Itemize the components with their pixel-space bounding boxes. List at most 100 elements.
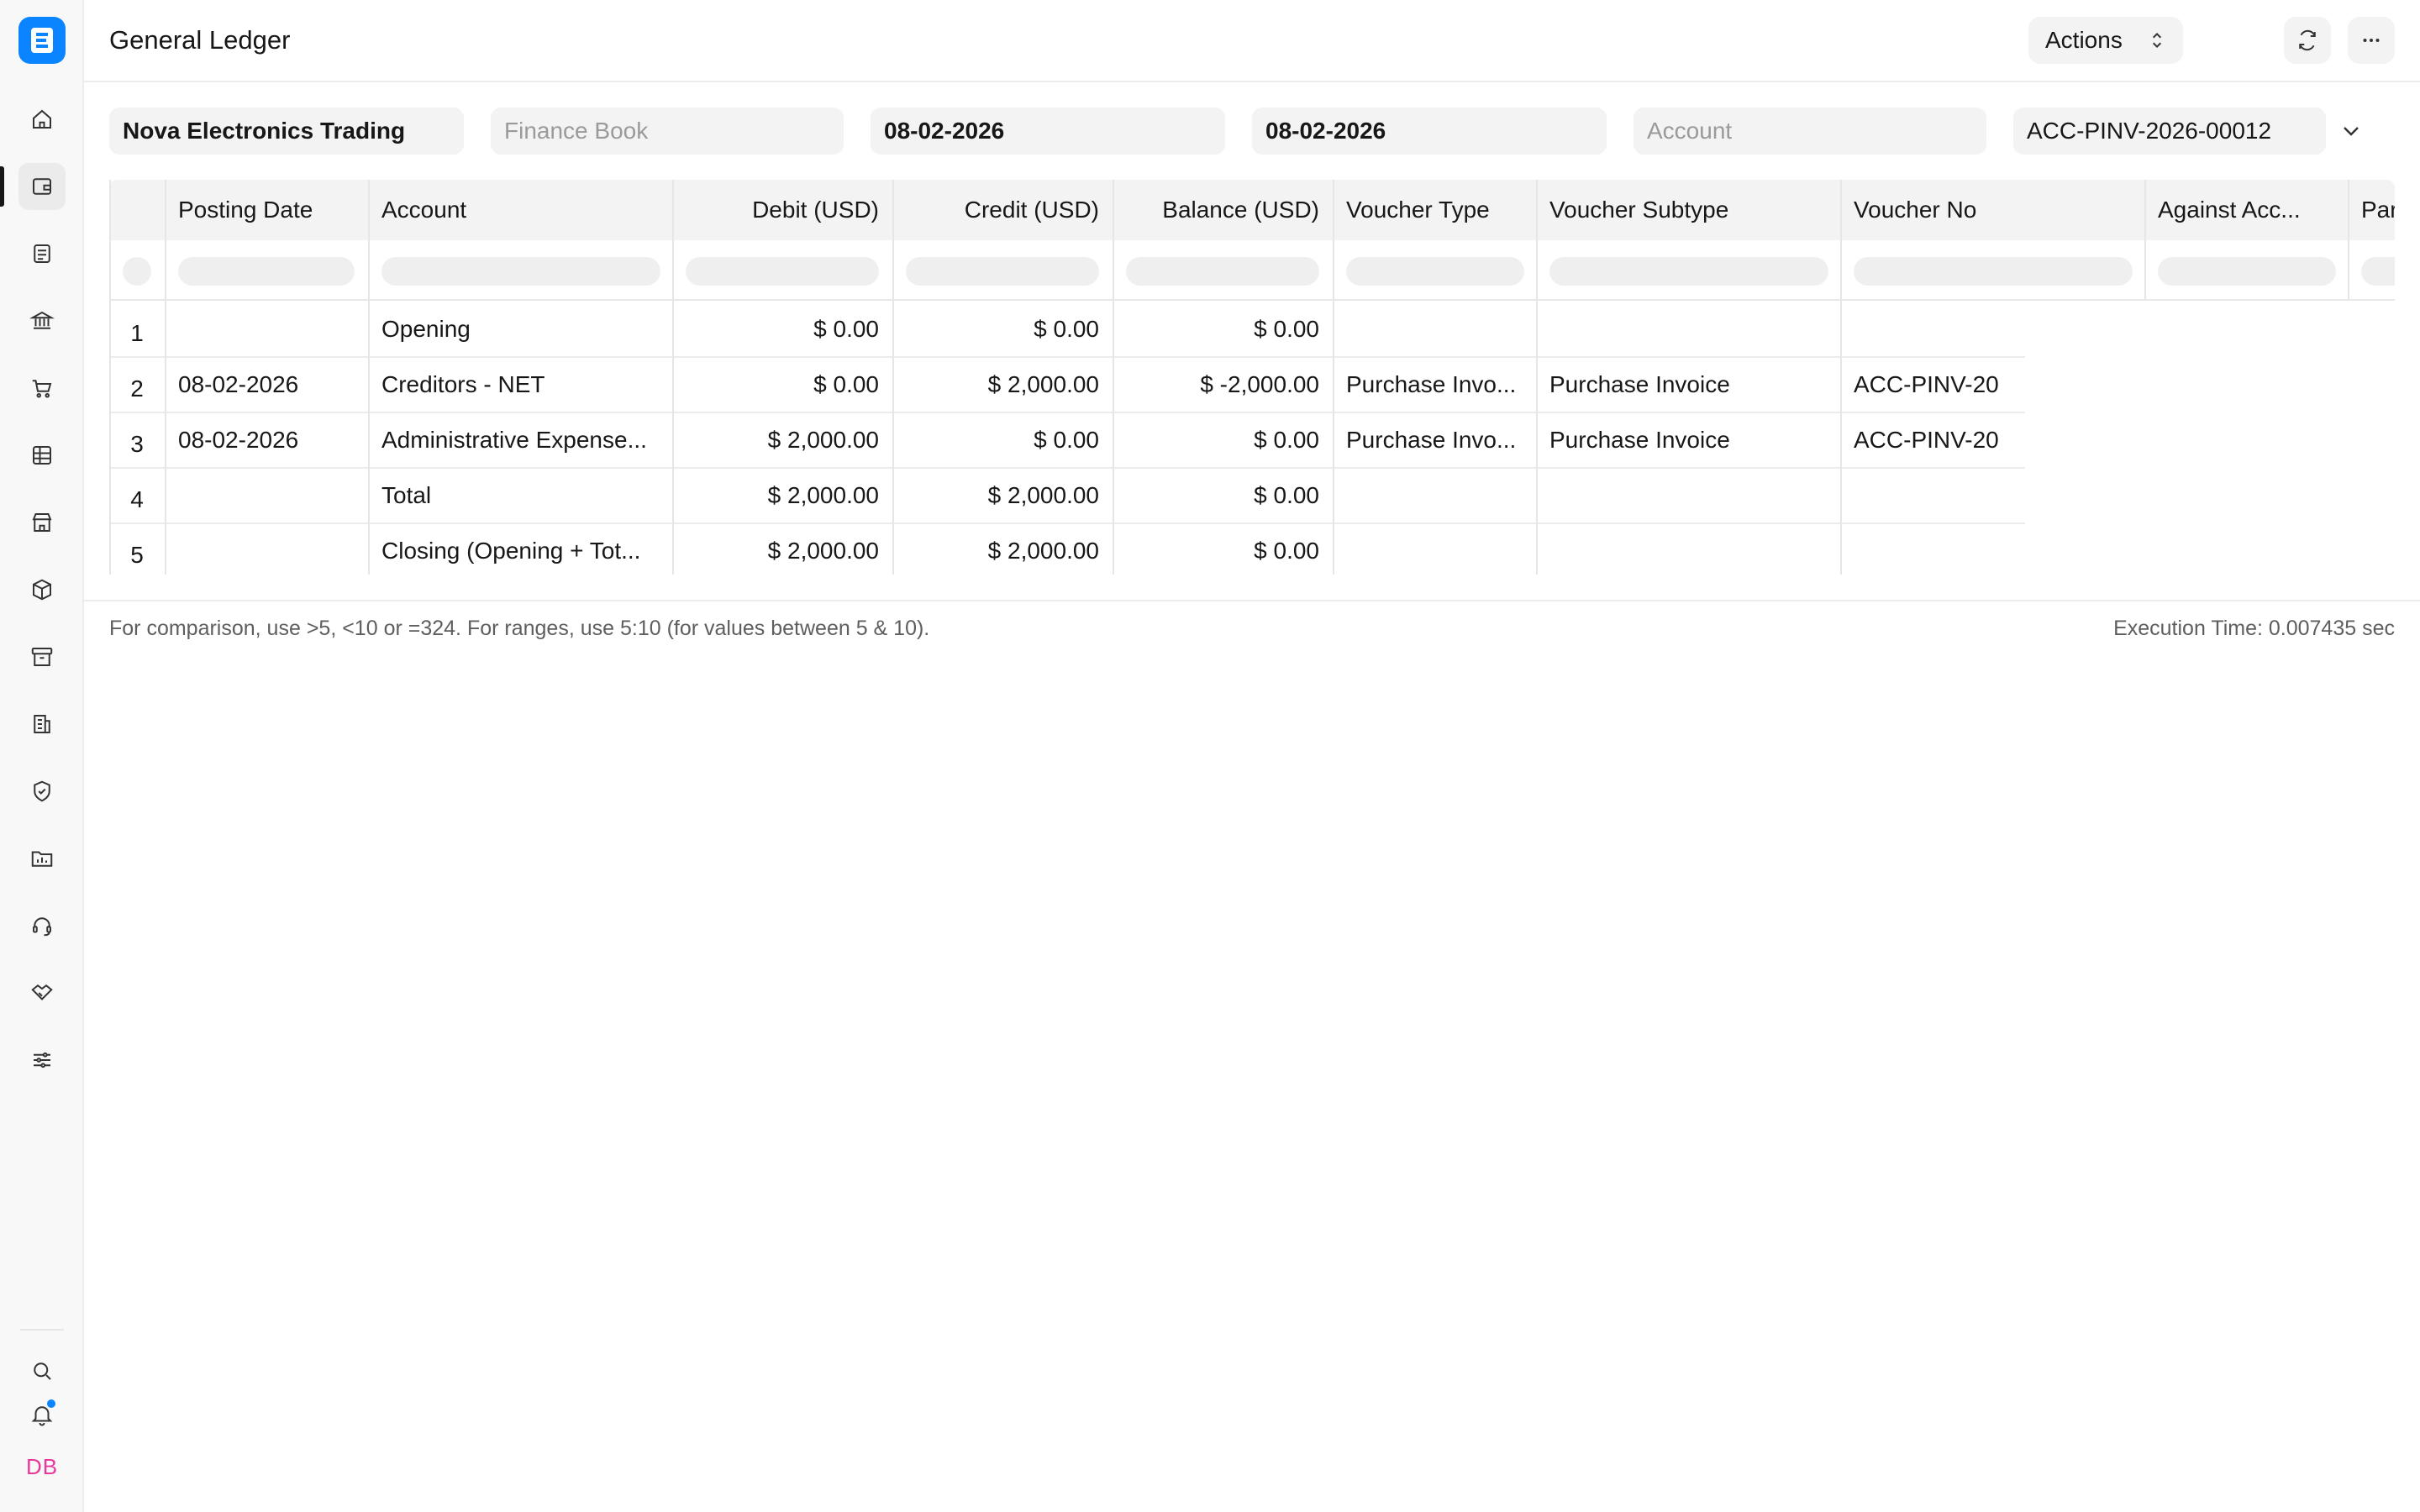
storefront-icon (32, 513, 52, 532)
voucher-subtype-cell[interactable] (1536, 469, 1840, 522)
row-filter-checkbox[interactable] (123, 257, 151, 286)
notifications-button[interactable] (18, 1391, 66, 1438)
voucher-type-cell[interactable]: Purchase Invo... (1333, 413, 1536, 467)
party-column-filter[interactable] (2361, 257, 2395, 286)
column-header-voucher-no[interactable]: Voucher No (1840, 180, 2144, 240)
voucher-type-cell[interactable] (1333, 302, 1536, 356)
debit-cell[interactable]: $ 2,000.00 (672, 413, 892, 467)
credit-cell[interactable]: $ 2,000.00 (892, 469, 1113, 522)
voucher-no-cell[interactable] (1840, 302, 2025, 356)
table-row[interactable]: 2 08-02-2026 Creditors - NET $ 0.00 $ 2,… (109, 358, 2025, 413)
account-cell[interactable]: Administrative Expense... (368, 413, 672, 467)
credit-column-filter[interactable] (906, 257, 1099, 286)
from-date-filter[interactable]: 08-02-2026 (871, 108, 1225, 155)
column-header-credit[interactable]: Credit (USD) (892, 180, 1113, 240)
column-header-voucher-subtype[interactable]: Voucher Subtype (1536, 180, 1840, 240)
balance-column-filter[interactable] (1126, 257, 1319, 286)
account-column-filter[interactable] (381, 257, 660, 286)
column-header-account[interactable]: Account (368, 180, 671, 240)
credit-cell[interactable]: $ 0.00 (892, 413, 1113, 467)
sidebar-item-banking[interactable] (18, 297, 66, 344)
debit-cell[interactable]: $ 0.00 (672, 358, 892, 412)
sidebar-item-support[interactable] (18, 902, 66, 949)
account-cell[interactable]: Closing (Opening + Tot... (368, 524, 672, 575)
table-row[interactable]: 1 Opening $ 0.00 $ 0.00 $ 0.00 (109, 302, 2025, 358)
sidebar-item-documents[interactable] (18, 230, 66, 277)
voucher-no-filter[interactable]: ACC-PINV-2026-00012 (2013, 108, 2326, 155)
column-header-against-account[interactable]: Against Acc... (2144, 180, 2348, 240)
avatar[interactable]: DB (18, 1443, 66, 1490)
row-number: 1 (130, 320, 144, 346)
chevron-down-icon[interactable] (2338, 118, 2365, 144)
sidebar-item-quality[interactable] (18, 768, 66, 815)
search-button[interactable] (18, 1347, 66, 1394)
posting-date-column-filter[interactable] (178, 257, 355, 286)
refresh-button[interactable] (2284, 17, 2331, 64)
voucher-subtype-cell[interactable]: Purchase Invoice (1536, 358, 1840, 412)
voucher-subtype-cell[interactable]: Purchase Invoice (1536, 413, 1840, 467)
column-header-voucher-type[interactable]: Voucher Type (1333, 180, 1536, 240)
table-row[interactable]: 3 08-02-2026 Administrative Expense... $… (109, 413, 2025, 469)
app-logo[interactable] (18, 17, 66, 64)
sidebar-item-stock[interactable] (18, 566, 66, 613)
voucher-subtype-cell[interactable] (1536, 302, 1840, 356)
balance-cell[interactable]: $ -2,000.00 (1113, 358, 1333, 412)
actions-button[interactable]: Actions (2028, 17, 2183, 64)
posting-date-cell[interactable] (165, 524, 368, 575)
voucher-no-cell[interactable]: ACC-PINV-20 (1840, 413, 2025, 467)
sidebar-item-settings[interactable] (18, 1037, 66, 1084)
table-row[interactable]: 5 Closing (Opening + Tot... $ 2,000.00 $… (109, 524, 2025, 575)
sidebar-item-organization[interactable] (18, 701, 66, 748)
column-header-party[interactable]: Par (2348, 180, 2395, 240)
to-date-filter[interactable]: 08-02-2026 (1252, 108, 1607, 155)
sidebar-item-selling[interactable] (18, 499, 66, 546)
sidebar-item-home[interactable] (18, 96, 66, 143)
voucher-no-column-filter[interactable] (1854, 257, 2133, 286)
shield-check-icon (34, 780, 50, 802)
voucher-no-cell[interactable] (1840, 524, 2025, 575)
account-cell[interactable]: Creditors - NET (368, 358, 672, 412)
voucher-no-cell[interactable]: ACC-PINV-20 (1840, 358, 2025, 412)
voucher-type-cell[interactable]: Purchase Invo... (1333, 358, 1536, 412)
sidebar-item-accounting[interactable] (18, 163, 66, 210)
balance-cell[interactable]: $ 0.00 (1113, 413, 1333, 467)
balance-cell[interactable]: $ 0.00 (1113, 469, 1333, 522)
debit-cell[interactable]: $ 0.00 (672, 302, 892, 356)
sidebar-item-projects[interactable] (18, 835, 66, 882)
accounting-wallet-icon (33, 178, 51, 195)
column-header-debit[interactable]: Debit (USD) (672, 180, 892, 240)
posting-date-cell[interactable]: 08-02-2026 (165, 358, 368, 412)
posting-date-cell[interactable] (165, 469, 368, 522)
debit-cell[interactable]: $ 2,000.00 (672, 524, 892, 575)
balance-cell[interactable]: $ 0.00 (1113, 524, 1333, 575)
posting-date-cell[interactable]: 08-02-2026 (165, 413, 368, 467)
voucher-type-cell[interactable] (1333, 524, 1536, 575)
voucher-no-cell[interactable] (1840, 469, 2025, 522)
voucher-type-column-filter[interactable] (1346, 257, 1524, 286)
voucher-type-cell[interactable] (1333, 469, 1536, 522)
debit-cell[interactable]: $ 2,000.00 (672, 469, 892, 522)
against-account-column-filter[interactable] (2158, 257, 2336, 286)
voucher-subtype-cell[interactable] (1536, 524, 1840, 575)
sidebar-item-reports[interactable] (18, 432, 66, 479)
account-filter[interactable]: Account (1634, 108, 1986, 155)
debit-column-filter[interactable] (686, 257, 879, 286)
balance-cell[interactable]: $ 0.00 (1113, 302, 1333, 356)
finance-book-filter[interactable]: Finance Book (491, 108, 844, 155)
credit-cell[interactable]: $ 0.00 (892, 302, 1113, 356)
credit-cell[interactable]: $ 2,000.00 (892, 524, 1113, 575)
account-cell[interactable]: Total (368, 469, 672, 522)
account-cell[interactable]: Opening (368, 302, 672, 356)
voucher-subtype-column-filter[interactable] (1549, 257, 1828, 286)
sidebar-item-buying[interactable] (18, 365, 66, 412)
more-options-button[interactable] (2348, 17, 2395, 64)
sidebar-item-assets[interactable] (18, 633, 66, 680)
sidebar: DB (0, 0, 84, 1512)
company-filter[interactable]: Nova Electronics Trading (109, 108, 464, 155)
table-row[interactable]: 4 Total $ 2,000.00 $ 2,000.00 $ 0.00 (109, 469, 2025, 524)
column-header-balance[interactable]: Balance (USD) (1113, 180, 1333, 240)
posting-date-cell[interactable] (165, 302, 368, 356)
credit-cell[interactable]: $ 2,000.00 (892, 358, 1113, 412)
table-grid-icon (33, 446, 51, 465)
sidebar-item-crm[interactable] (18, 969, 66, 1016)
